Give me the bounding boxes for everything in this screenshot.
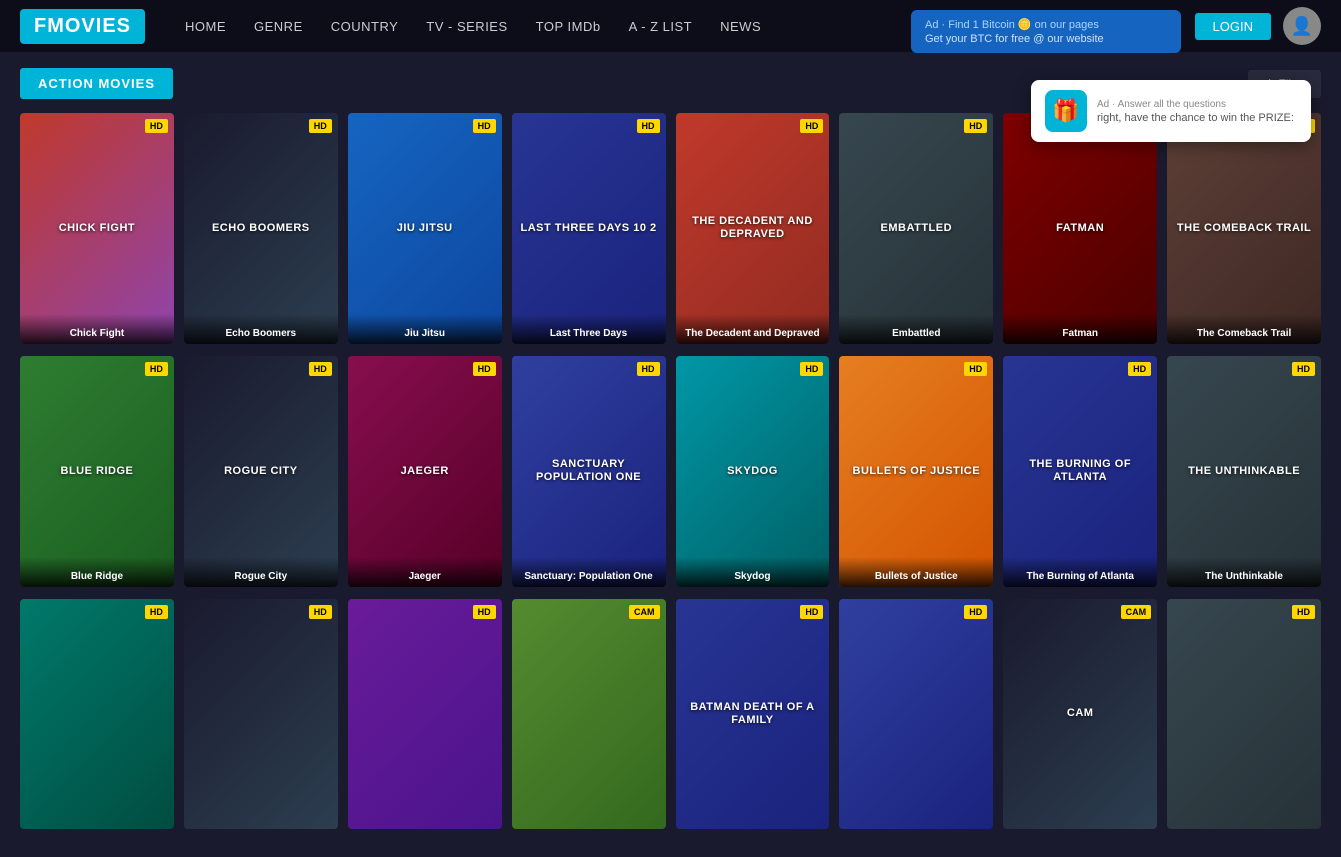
nav-top-imdb[interactable]: TOP IMDb <box>536 19 601 34</box>
movie-card[interactable]: THE DECADENT AND DEPRAVEDHDThe Decadent … <box>676 113 830 344</box>
movie-card[interactable]: HD <box>184 599 338 830</box>
movie-card[interactable]: BLUE RIDGEHDBlue Ridge <box>20 356 174 587</box>
nav-news[interactable]: NEWS <box>720 19 761 34</box>
ad-quiz-content: Ad · Answer all the questions right, hav… <box>1097 99 1294 124</box>
movie-card[interactable]: HD <box>839 599 993 830</box>
movie-card[interactable]: HD <box>348 599 502 830</box>
movies-row-1: BLUE RIDGEHDBlue RidgeROGUE CITYHDRogue … <box>20 356 1321 587</box>
movie-card[interactable]: CHICK FIGHTHDChick Fight <box>20 113 174 344</box>
movie-card[interactable]: BULLETS OF JUSTICEHDBullets of Justice <box>839 356 993 587</box>
site-logo[interactable]: FMOVIES <box>20 9 145 44</box>
ad-bitcoin-label: Ad · Find 1 Bitcoin 🪙 on our pages <box>925 18 1167 31</box>
nav-genre[interactable]: GENRE <box>254 19 303 34</box>
login-button[interactable]: LOGIN <box>1195 13 1271 40</box>
nav-right: LOGIN 👤 <box>1195 7 1321 45</box>
movie-card[interactable]: THE COMEBACK TRAILHDThe Comeback Trail <box>1167 113 1321 344</box>
nav-tv-series[interactable]: TV - SERIES <box>426 19 507 34</box>
movie-card[interactable]: EMBATTLEDHDEmbattled <box>839 113 993 344</box>
movie-card[interactable]: ROGUE CITYHDRogue City <box>184 356 338 587</box>
movie-card[interactable]: FATMANHDFatman <box>1003 113 1157 344</box>
movie-card[interactable]: HD <box>20 599 174 830</box>
movie-card[interactable]: THE UNTHINKABLEHDThe Unthinkable <box>1167 356 1321 587</box>
movie-card[interactable]: JAEGERHDJaeger <box>348 356 502 587</box>
ad-bitcoin-banner[interactable]: Ad · Find 1 Bitcoin 🪙 on our pages Get y… <box>911 10 1181 53</box>
movie-card[interactable]: ECHO BOOMERSHDEcho Boomers <box>184 113 338 344</box>
navbar: FMOVIES HOME GENRE COUNTRY TV - SERIES T… <box>0 0 1341 52</box>
ad-quiz-sub: right, have the chance to win the PRIZE: <box>1097 112 1294 124</box>
movie-card[interactable]: SKYDOGHDSkydog <box>676 356 830 587</box>
movie-card[interactable]: SANCTUARY POPULATION ONEHDSanctuary: Pop… <box>512 356 666 587</box>
movies-row-0: CHICK FIGHTHDChick FightECHO BOOMERSHDEc… <box>20 113 1321 344</box>
main-content: ACTION MOVIES ⚙ Filter CHICK FIGHTHDChic… <box>0 52 1341 857</box>
section-title: ACTION MOVIES <box>20 68 173 99</box>
movies-row-2: HDHDHDCAMBATMAN DEATH OF A FAMILYHDHDCAM… <box>20 599 1321 830</box>
nav-links: HOME GENRE COUNTRY TV - SERIES TOP IMDb … <box>185 19 761 34</box>
avatar[interactable]: 👤 <box>1283 7 1321 45</box>
movie-card[interactable]: LAST THREE DAYS 10 2HDLast Three Days <box>512 113 666 344</box>
ad-bitcoin-sub: Get your BTC for free @ our website <box>925 33 1167 45</box>
movie-card[interactable]: CAM <box>512 599 666 830</box>
movie-card[interactable]: CAMCAM <box>1003 599 1157 830</box>
movie-card[interactable]: JIU JITSUHDJiu Jitsu <box>348 113 502 344</box>
ad-quiz-label: Ad · Answer all the questions <box>1097 99 1294 110</box>
ad-quiz-icon: 🎁 <box>1045 90 1087 132</box>
nav-home[interactable]: HOME <box>185 19 226 34</box>
nav-az-list[interactable]: A - Z LIST <box>629 19 693 34</box>
movie-card[interactable]: HD <box>1167 599 1321 830</box>
movies-container: CHICK FIGHTHDChick FightECHO BOOMERSHDEc… <box>20 113 1321 829</box>
movie-card[interactable]: BATMAN DEATH OF A FAMILYHD <box>676 599 830 830</box>
nav-country[interactable]: COUNTRY <box>331 19 399 34</box>
movie-card[interactable]: THE BURNING OF ATLANTAHDThe Burning of A… <box>1003 356 1157 587</box>
ad-quiz-banner[interactable]: 🎁 Ad · Answer all the questions right, h… <box>1031 80 1311 142</box>
